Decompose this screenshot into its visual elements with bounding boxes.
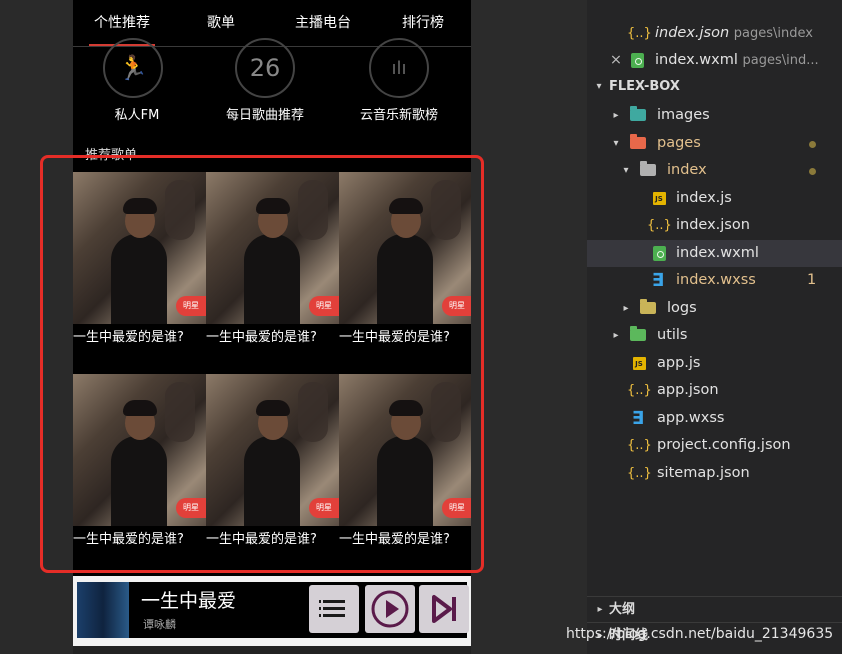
folder-open-icon [639, 157, 657, 184]
open-editor-name: index.json [655, 25, 730, 41]
calendar-day-icon[interactable]: 26 [235, 38, 295, 98]
tree-item-utils[interactable]: ▸ utils [587, 322, 842, 349]
tree-item-label: index.wxml [676, 245, 759, 261]
tree-item-index-folder[interactable]: ▾ index [587, 157, 842, 184]
tab-playlists[interactable]: 歌单 [191, 0, 251, 46]
outline-title: 大纲 [609, 602, 636, 617]
tree-item-label: pages [657, 135, 701, 151]
tree-item-pages[interactable]: ▾ pages [587, 130, 842, 157]
tree-item-label: index.json [676, 217, 750, 233]
file-explorer: {..} index.json pages\index × index.wxml… [587, 0, 842, 654]
chevron-right-icon: ▸ [613, 330, 619, 341]
chevron-right-icon: ▸ [597, 604, 603, 615]
play-icon[interactable] [365, 585, 415, 633]
tree-item-label: project.config.json [657, 437, 791, 453]
json-file-icon: {..} [627, 383, 652, 398]
problem-count-badge: 1 [807, 272, 817, 288]
tree-item-label: index.js [676, 190, 732, 206]
folder-utils-icon [629, 322, 647, 349]
wxss-file-icon: ∃ [631, 408, 645, 429]
playlist-icon[interactable] [309, 585, 359, 633]
chevron-down-icon: ▾ [613, 138, 619, 149]
tree-item-label: app.js [657, 355, 701, 371]
tree-item-project-config[interactable]: {..} project.config.json [587, 432, 842, 459]
chevron-down-icon: ▾ [623, 165, 629, 176]
tree-item-index-json[interactable]: {..} index.json [587, 212, 842, 239]
open-editor-path: pages\index [733, 26, 813, 41]
tree-item-label: index [667, 162, 707, 178]
wxml-file-icon [629, 47, 645, 74]
json-file-icon: {..} [627, 438, 652, 453]
nav-label-private-fm[interactable]: 私人FM [77, 104, 197, 123]
wxml-file-icon [651, 240, 667, 267]
tree-item-label: app.json [657, 382, 719, 398]
nav-label-daily[interactable]: 每日歌曲推荐 [205, 104, 325, 123]
open-editor-path: pages\ind... [742, 53, 819, 68]
player-song-title[interactable]: 一生中最爱 [141, 586, 236, 613]
close-icon[interactable]: × [609, 47, 623, 74]
folder-pages-icon [629, 130, 647, 157]
bottom-strip [73, 646, 471, 654]
panel-gap [471, 0, 587, 654]
watermark: https://blog.csdn.net/baidu_21349635 [566, 626, 834, 642]
section-outline[interactable]: ▸ 大纲 [587, 596, 842, 623]
running-figure-icon[interactable]: 🏃 [103, 38, 163, 98]
tree-item-label: index.wxss [676, 272, 756, 288]
tree-item-label: logs [667, 300, 697, 316]
chevron-right-icon: ▸ [613, 110, 619, 121]
tree-item-app-js[interactable]: JS app.js [587, 350, 842, 377]
json-file-icon: {..} [627, 466, 652, 481]
js-file-icon: JS [631, 350, 647, 377]
mini-player: 一生中最爱 谭咏麟 [73, 576, 471, 646]
next-icon[interactable] [419, 585, 469, 633]
workspace-title: FLEX-BOX [609, 79, 680, 94]
chevron-right-icon: ▸ [623, 303, 629, 314]
open-editor-index-wxml[interactable]: × index.wxml pages\ind... [587, 47, 842, 74]
chart-bars-icon[interactable]: ılı [369, 38, 429, 98]
wxss-file-icon: ∃ [651, 270, 665, 291]
folder-images-icon [629, 102, 647, 129]
tree-item-logs[interactable]: ▸ logs [587, 295, 842, 322]
tree-item-sitemap[interactable]: {..} sitemap.json [587, 460, 842, 487]
json-file-icon: {..} [627, 26, 652, 41]
open-editor-index-json[interactable]: {..} index.json pages\index [587, 20, 842, 47]
tree-item-label: utils [657, 327, 688, 343]
tab-radio[interactable]: 主播电台 [281, 0, 365, 46]
folder-logs-icon [639, 295, 657, 322]
tree-item-app-wxss[interactable]: ∃ app.wxss [587, 405, 842, 432]
js-file-icon: JS [651, 185, 667, 212]
open-editor-name: index.wxml [655, 52, 738, 68]
modified-dot [809, 168, 816, 175]
section-flex-box[interactable]: ▾ FLEX-BOX [587, 75, 842, 99]
tree-item-index-wxml[interactable]: index.wxml [587, 240, 842, 267]
tree-item-index-wxss[interactable]: ∃ index.wxss 1 [587, 267, 842, 294]
player-artist: 谭咏麟 [143, 618, 176, 631]
tree-item-app-json[interactable]: {..} app.json [587, 377, 842, 404]
tree-item-images[interactable]: ▸ images [587, 102, 842, 129]
modified-dot [809, 141, 816, 148]
json-file-icon: {..} [647, 218, 672, 233]
tree-item-label: sitemap.json [657, 465, 750, 481]
tree-item-label: app.wxss [657, 410, 725, 426]
album-thumbnail[interactable] [77, 582, 129, 638]
chevron-down-icon: ▾ [596, 81, 602, 92]
nav-label-new-songs[interactable]: 云音乐新歌榜 [339, 104, 459, 123]
tree-item-label: images [657, 107, 710, 123]
open-editor-partial[interactable] [587, 0, 842, 19]
highlight-annotation [40, 155, 484, 573]
tree-item-index-js[interactable]: JS index.js [587, 185, 842, 212]
